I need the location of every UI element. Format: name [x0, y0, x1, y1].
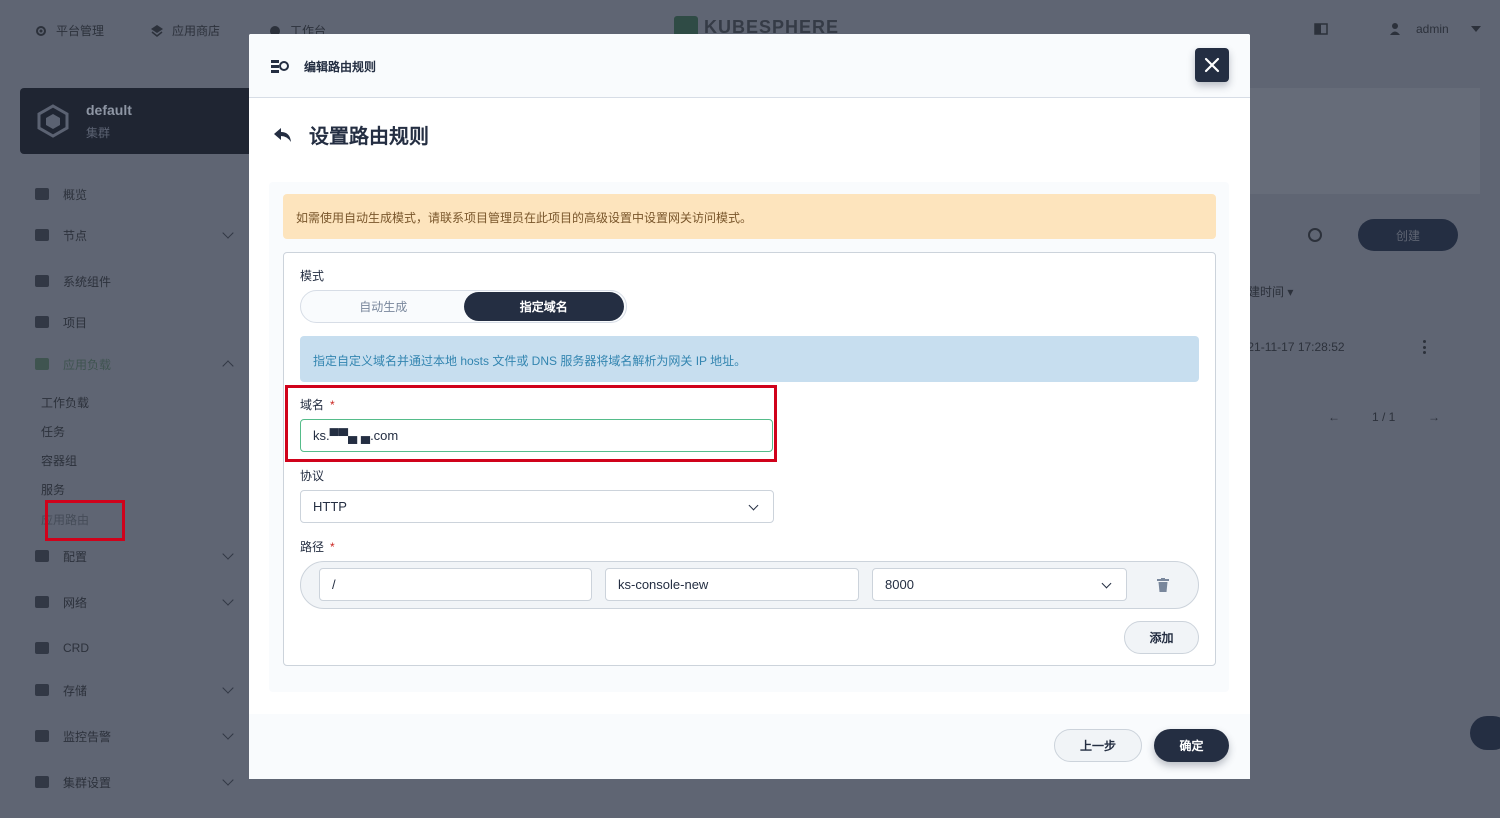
background-panel — [1250, 88, 1480, 194]
config-icon — [35, 550, 49, 562]
domain-input[interactable]: ks.▀▀▄ ▄.com — [300, 419, 773, 452]
sidebar-item-label: 概览 — [63, 187, 88, 202]
sidebar-item-label: 节点 — [63, 228, 88, 243]
sidebar-item-crd[interactable]: CRD — [20, 636, 248, 660]
components-icon — [35, 275, 49, 287]
sidebar-item-cluster-settings[interactable]: 集群设置 — [20, 770, 248, 794]
sidebar-item-projects[interactable]: 项目 — [20, 310, 248, 334]
sidebar-item-label: CRD — [63, 641, 89, 655]
domain-label-text: 域名 — [300, 398, 325, 412]
confirm-button[interactable]: 确定 — [1154, 729, 1229, 762]
sidebar-subitem-jobs[interactable]: 任务 — [41, 423, 65, 440]
sidebar-item-label: 配置 — [63, 549, 88, 564]
workloads-icon — [35, 358, 49, 370]
sidebar-item-label: 集群设置 — [63, 775, 112, 790]
chevron-down-icon — [748, 500, 759, 511]
caret-down-icon — [1470, 26, 1481, 32]
port-value: 8000 — [885, 577, 914, 592]
nodes-icon — [35, 229, 49, 241]
sidebar-item-label: 存储 — [63, 683, 88, 698]
gear-icon[interactable] — [1308, 228, 1322, 242]
sidebar-item-config[interactable]: 配置 — [20, 544, 248, 568]
mode-label: 模式 — [300, 269, 325, 283]
crd-icon — [35, 642, 49, 654]
cluster-card[interactable]: default 集群 — [20, 88, 256, 154]
sidebar-item-monitoring[interactable]: 监控告警 — [20, 724, 248, 748]
create-button[interactable]: 创建 — [1358, 219, 1458, 251]
trash-icon[interactable] — [1157, 578, 1169, 592]
pager-text: 1 / 1 — [1372, 410, 1396, 424]
cluster-name: default — [86, 102, 132, 118]
nav-appstore-label: 应用商店 — [172, 24, 221, 38]
chevron-down-icon — [222, 774, 234, 786]
nav-platform[interactable]: 平台管理 — [34, 22, 104, 39]
mode-option-auto[interactable]: 自动生成 — [303, 292, 464, 321]
required-mark: * — [330, 540, 335, 554]
path-input[interactable]: / — [319, 568, 592, 601]
path-label: 路径 * — [300, 538, 335, 555]
sidebar-item-workloads[interactable]: 应用负载 — [20, 352, 248, 376]
nav-appstore[interactable]: 应用商店 — [150, 22, 220, 39]
panel-icon — [1314, 23, 1328, 35]
sidebar-subitem-workloads[interactable]: 工作负载 — [41, 394, 89, 411]
protocol-label: 协议 — [300, 469, 325, 483]
more-icon[interactable] — [1422, 340, 1426, 354]
service-select[interactable]: ks-console-new — [605, 568, 859, 601]
prev-page-icon[interactable]: ← — [1328, 410, 1340, 424]
row-created-time: 2021-11-17 17:28:52 — [1234, 340, 1345, 354]
storage-icon — [35, 684, 49, 696]
sidebar-item-label: 监控告警 — [63, 729, 112, 744]
sidebar-item-nodes[interactable]: 节点 — [20, 223, 248, 247]
mode-switch: 自动生成 指定域名 — [300, 290, 627, 323]
sidebar-item-label: 网络 — [63, 595, 88, 610]
gear-icon — [36, 25, 46, 36]
previous-step-button[interactable]: 上一步 — [1054, 729, 1142, 762]
chevron-down-icon — [222, 728, 234, 740]
sidebar-item-label: 项目 — [63, 315, 88, 330]
sidebar-item-network[interactable]: 网络 — [20, 590, 248, 614]
cluster-icon — [37, 104, 69, 138]
network-icon — [35, 596, 49, 608]
chevron-down-icon — [222, 594, 234, 606]
nav-platform-label: 平台管理 — [56, 24, 105, 38]
toggle-button[interactable] — [1314, 22, 1328, 36]
highlight-box-ingress — [45, 500, 125, 541]
projects-icon — [35, 316, 49, 328]
next-page-icon[interactable]: → — [1428, 410, 1440, 424]
chevron-down-icon — [222, 227, 234, 239]
monitoring-icon — [35, 730, 49, 742]
cluster-subtitle: 集群 — [86, 126, 111, 140]
chevron-down-icon — [222, 682, 234, 694]
protocol-select[interactable]: HTTP — [300, 490, 774, 523]
chevron-up-icon — [222, 360, 234, 372]
warning-banner: 如需使用自动生成模式，请联系项目管理员在此项目的高级设置中设置网关访问模式。 — [283, 194, 1216, 239]
sidebar-item-components[interactable]: 系统组件 — [20, 269, 248, 293]
username: admin — [1416, 22, 1449, 36]
sidebar-item-label: 应用负载 — [63, 357, 112, 372]
tool-button[interactable] — [1470, 716, 1500, 750]
chevron-down-icon — [1101, 578, 1112, 589]
settings-icon — [35, 776, 49, 788]
info-banner: 指定自定义域名并通过本地 hosts 文件或 DNS 服务器将域名解析为网关 I… — [300, 336, 1199, 382]
protocol-value: HTTP — [313, 499, 347, 514]
port-select[interactable]: 8000 — [872, 568, 1127, 601]
modal-body: 如需使用自动生成模式，请联系项目管理员在此项目的高级设置中设置网关访问模式。 模… — [249, 34, 1250, 779]
sidebar-item-label: 系统组件 — [63, 274, 112, 289]
user-menu[interactable]: admin — [1388, 22, 1481, 36]
path-label-text: 路径 — [300, 540, 325, 554]
mode-option-custom-domain[interactable]: 指定域名 — [463, 292, 624, 321]
sidebar-item-storage[interactable]: 存储 — [20, 678, 248, 702]
appstore-icon — [151, 24, 163, 37]
add-path-button[interactable]: 添加 — [1124, 621, 1199, 654]
overview-icon — [35, 188, 49, 200]
sidebar-subitem-pods[interactable]: 容器组 — [41, 452, 77, 469]
sidebar-item-overview[interactable]: 概览 — [20, 182, 248, 206]
chevron-down-icon — [222, 548, 234, 560]
sidebar-subitem-services[interactable]: 服务 — [41, 481, 65, 498]
user-icon — [1390, 23, 1400, 35]
domain-label: 域名 * — [300, 396, 335, 413]
required-mark: * — [330, 398, 335, 412]
